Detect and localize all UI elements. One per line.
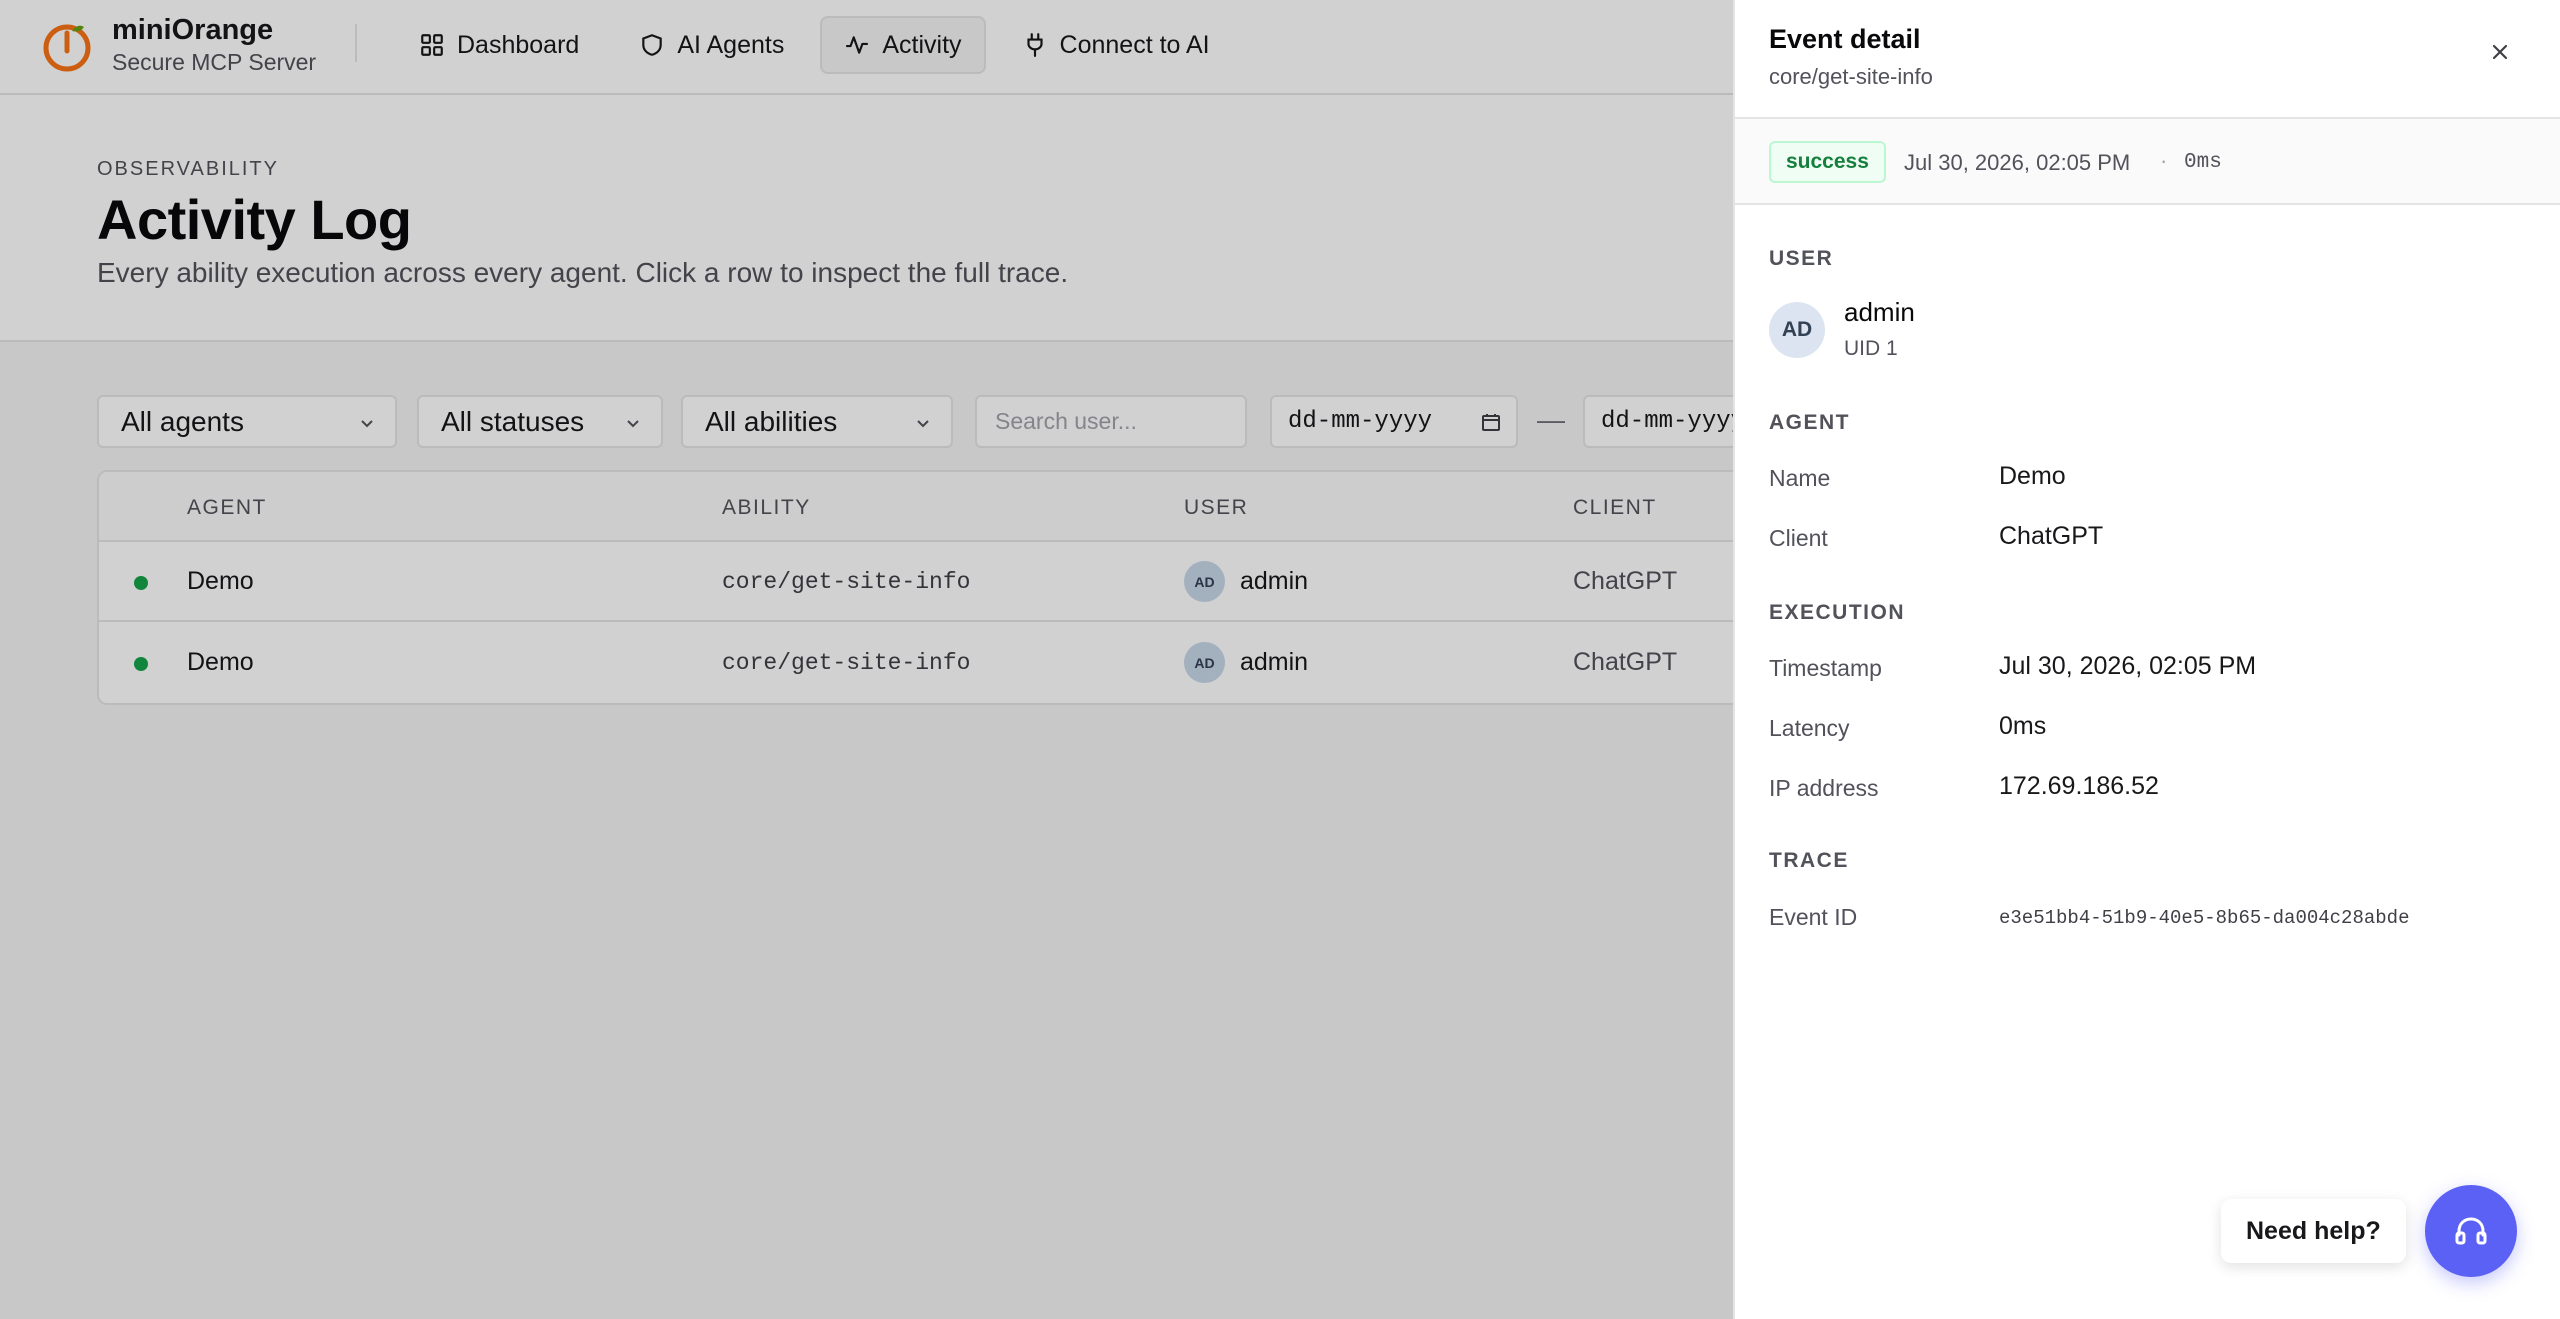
event-detail-drawer: Event detail core/get-site-info success … (1733, 0, 2560, 1319)
need-help-label[interactable]: Need help? (2221, 1199, 2406, 1263)
user-uid: UID 1 (1844, 337, 1898, 360)
user-name: admin (1844, 297, 1915, 327)
status-strip: success Jul 30, 2026, 02:05 PM · 0ms (1735, 117, 2560, 205)
section-execution-heading: EXECUTION (1769, 601, 1906, 624)
ip-address-value: 172.69.186.52 (1999, 772, 2159, 800)
status-timestamp: Jul 30, 2026, 02:05 PM (1904, 150, 2131, 175)
timestamp-value: Jul 30, 2026, 02:05 PM (1999, 652, 2257, 680)
help-button[interactable] (2425, 1185, 2517, 1277)
latency-label: Latency (1769, 715, 1850, 741)
ip-address-label: IP address (1769, 775, 1879, 801)
drawer-title: Event detail (1769, 24, 1921, 54)
event-id-value: e3e51bb4-51b9-40e5-8b65-da004c28abde (1999, 907, 2410, 929)
section-agent-heading: AGENT (1769, 411, 1850, 434)
status-badge: success (1769, 141, 1886, 183)
timestamp-label: Timestamp (1769, 655, 1882, 681)
agent-name-label: Name (1769, 465, 1831, 491)
drawer-subtitle: core/get-site-info (1769, 64, 1933, 89)
status-separator: · (2160, 148, 2168, 173)
latency-value: 0ms (1999, 712, 2047, 740)
event-id-label: Event ID (1769, 904, 1858, 930)
user-avatar-large: AD (1769, 302, 1825, 358)
headset-icon (2455, 1217, 2487, 1245)
modal-backdrop[interactable] (0, 0, 1733, 1319)
client-label: Client (1769, 525, 1828, 551)
section-user-heading: USER (1769, 247, 1834, 270)
agent-name-value: Demo (1999, 462, 2066, 490)
status-latency: 0ms (2184, 151, 2222, 174)
client-value: ChatGPT (1999, 522, 2104, 550)
close-icon[interactable] (2486, 38, 2514, 66)
section-trace-heading: TRACE (1769, 849, 1849, 872)
